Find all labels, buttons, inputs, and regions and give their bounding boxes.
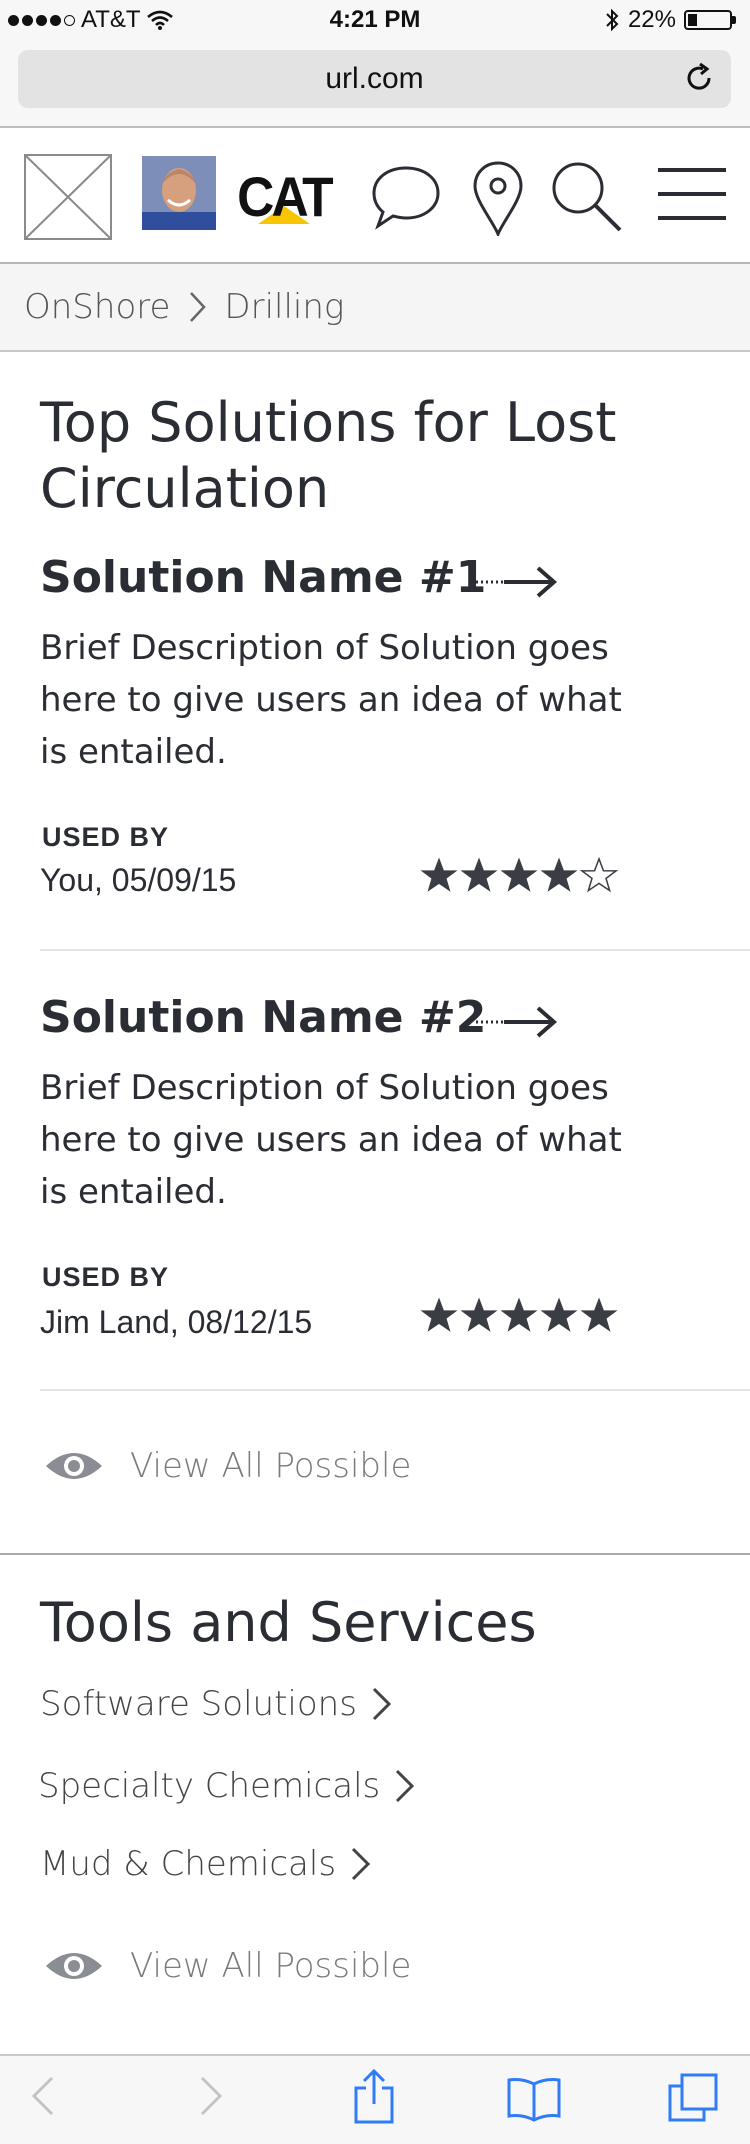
star-filled-icon (500, 1297, 538, 1332)
solution-1-used-by-label: USED BY (42, 822, 170, 852)
avatar-image (142, 156, 216, 230)
battery-percent: 22% (627, 6, 676, 33)
star-filled-icon (500, 857, 538, 892)
tool-link-specialty-chemicals[interactable]: Specialty Chemicals (38, 1766, 416, 1806)
battery-level (688, 14, 697, 26)
solution-2-used-by-label: USED BY (42, 1262, 170, 1292)
bookmarks-icon[interactable] (506, 2076, 562, 2122)
star-filled-icon (580, 1297, 618, 1332)
star-filled-icon (420, 1297, 458, 1332)
breadcrumb: OnShore Drilling (0, 264, 750, 352)
bluetooth-icon (606, 8, 619, 32)
eye-icon (46, 1953, 102, 1979)
solution-2-arrow-icon[interactable] (474, 1004, 560, 1040)
eye-icon (46, 1453, 102, 1479)
chevron-right-icon (396, 1769, 415, 1803)
browser-address-area: url.com (0, 42, 750, 128)
breadcrumb-item-drilling[interactable]: Drilling (224, 287, 344, 327)
back-icon[interactable] (28, 2074, 58, 2118)
star-filled-icon (420, 857, 458, 892)
avatar[interactable] (142, 156, 216, 230)
status-bar: AT&T 4:21 PM 22% (0, 0, 750, 42)
top-solutions-title: Top Solutions for Lost Circulation (40, 391, 617, 520)
site-nav-bar: CAT (0, 130, 750, 264)
view-all-label: View All Possible (130, 1446, 412, 1486)
chevron-right-icon (188, 290, 208, 324)
chevron-right-icon (352, 1847, 371, 1881)
hamburger-menu-icon[interactable] (656, 166, 728, 222)
solution-2-description: Brief Description of Solution goes here … (40, 1068, 622, 1212)
star-filled-icon (460, 1297, 498, 1332)
placeholder-image-icon[interactable] (24, 154, 112, 240)
solution-divider (40, 949, 750, 951)
chat-icon[interactable] (370, 164, 442, 232)
url-text: url.com (325, 62, 424, 95)
solution-2-rating (420, 1296, 618, 1334)
cat-logo[interactable]: CAT (230, 154, 338, 242)
solution-1-name[interactable]: Solution Name #1 (40, 552, 486, 603)
tool-link-software-solutions[interactable]: Software Solutions (40, 1684, 393, 1724)
browser-toolbar (0, 2054, 750, 2144)
solution-1-used-by: You, 05/09/15 (40, 862, 237, 898)
breadcrumb-item-onshore[interactable]: OnShore (24, 287, 170, 327)
section-divider (0, 1553, 750, 1555)
star-filled-icon (460, 857, 498, 892)
solution-1-rating (420, 856, 618, 894)
view-all-tools-link[interactable]: View All Possible (44, 1946, 411, 1986)
location-pin-icon[interactable] (472, 160, 524, 236)
star-empty-icon (580, 856, 618, 893)
star-filled-icon (540, 857, 578, 892)
cat-logo-text: CAT (237, 165, 334, 228)
solution-1-arrow-icon[interactable] (474, 564, 560, 600)
solution-divider (40, 1389, 750, 1391)
chevron-right-icon (372, 1687, 392, 1721)
address-bar[interactable]: url.com (18, 50, 731, 108)
solution-2-used-by: Jim Land, 08/12/15 (40, 1304, 313, 1340)
search-icon[interactable] (550, 160, 624, 234)
solution-1-description: Brief Description of Solution goes here … (40, 628, 622, 772)
share-icon[interactable] (352, 2068, 396, 2124)
view-all-solutions-link[interactable]: View All Possible (44, 1446, 411, 1486)
tool-link-mud-chemicals[interactable]: Mud & Chemicals (40, 1844, 372, 1884)
reload-icon[interactable] (683, 62, 715, 94)
solution-2-name[interactable]: Solution Name #2 (40, 992, 486, 1043)
battery-icon (684, 10, 732, 30)
star-filled-icon (540, 1297, 578, 1332)
forward-icon[interactable] (196, 2074, 226, 2118)
tools-services-title: Tools and Services (40, 1591, 537, 1654)
view-all-label: View All Possible (130, 1946, 412, 1986)
tabs-icon[interactable] (666, 2072, 720, 2124)
